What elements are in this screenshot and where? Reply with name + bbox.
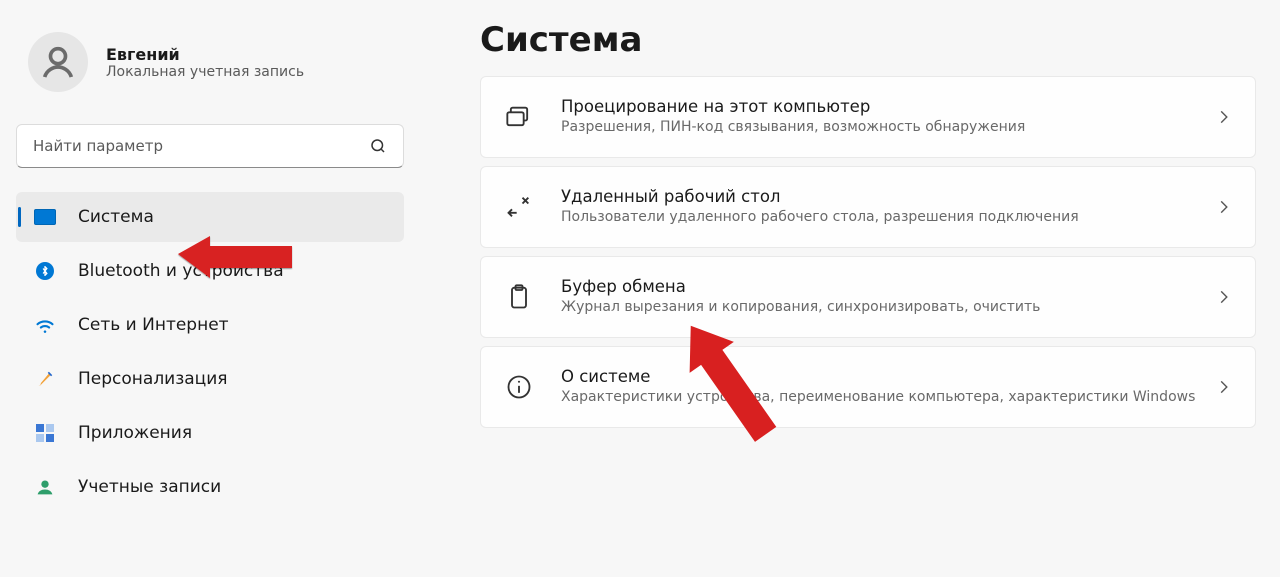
- card-body: Буфер обмена Журнал вырезания и копирова…: [561, 277, 1201, 317]
- sidebar-item-accounts[interactable]: Учетные записи: [16, 462, 404, 512]
- clipboard-icon: [505, 283, 533, 311]
- card-subtitle: Журнал вырезания и копирования, синхрони…: [561, 298, 1201, 317]
- account-icon: [34, 476, 56, 498]
- main: Система Проецирование на этот компьютер …: [420, 0, 1280, 577]
- card-title: Буфер обмена: [561, 277, 1201, 296]
- chevron-right-icon: [1217, 110, 1231, 124]
- sidebar-item-bluetooth[interactable]: Bluetooth и устройства: [16, 246, 404, 296]
- search-input[interactable]: [33, 137, 369, 155]
- avatar: [28, 32, 88, 92]
- remote-desktop-icon: [505, 193, 533, 221]
- user-icon: [38, 42, 78, 82]
- sidebar-item-label: Система: [78, 207, 154, 227]
- monitor-icon: [34, 206, 56, 228]
- sidebar-item-apps[interactable]: Приложения: [16, 408, 404, 458]
- user-subtitle: Локальная учетная запись: [106, 64, 304, 80]
- card-body: О системе Характеристики устройства, пер…: [561, 367, 1201, 407]
- card-subtitle: Разрешения, ПИН-код связывания, возможно…: [561, 118, 1201, 137]
- search-box[interactable]: [16, 124, 404, 168]
- sidebar: Евгений Локальная учетная запись Система…: [0, 0, 420, 577]
- sidebar-item-personalization[interactable]: Персонализация: [16, 354, 404, 404]
- sidebar-nav: Система Bluetooth и устройства Сеть и Ин…: [16, 192, 404, 512]
- search-icon: [369, 137, 387, 155]
- wifi-icon: [34, 314, 56, 336]
- sidebar-item-label: Сеть и Интернет: [78, 315, 229, 335]
- card-body: Удаленный рабочий стол Пользователи удал…: [561, 187, 1201, 227]
- card-remote-desktop[interactable]: Удаленный рабочий стол Пользователи удал…: [480, 166, 1256, 248]
- info-icon: [505, 373, 533, 401]
- chevron-right-icon: [1217, 290, 1231, 304]
- sidebar-item-label: Персонализация: [78, 369, 228, 389]
- bluetooth-icon: [34, 260, 56, 282]
- user-block: Евгений Локальная учетная запись: [16, 32, 404, 116]
- chevron-right-icon: [1217, 200, 1231, 214]
- apps-icon: [34, 422, 56, 444]
- user-text: Евгений Локальная учетная запись: [106, 45, 304, 80]
- card-body: Проецирование на этот компьютер Разрешен…: [561, 97, 1201, 137]
- chevron-right-icon: [1217, 380, 1231, 394]
- projecting-icon: [505, 103, 533, 131]
- card-projecting[interactable]: Проецирование на этот компьютер Разрешен…: [480, 76, 1256, 158]
- page-title: Система: [480, 20, 1256, 60]
- user-name: Евгений: [106, 45, 304, 64]
- card-about[interactable]: О системе Характеристики устройства, пер…: [480, 346, 1256, 428]
- card-subtitle: Пользователи удаленного рабочего стола, …: [561, 208, 1201, 227]
- card-title: О системе: [561, 367, 1201, 386]
- brush-icon: [34, 368, 56, 390]
- card-title: Удаленный рабочий стол: [561, 187, 1201, 206]
- card-subtitle: Характеристики устройства, переименовани…: [561, 388, 1201, 407]
- card-title: Проецирование на этот компьютер: [561, 97, 1201, 116]
- card-clipboard[interactable]: Буфер обмена Журнал вырезания и копирова…: [480, 256, 1256, 338]
- sidebar-item-system[interactable]: Система: [16, 192, 404, 242]
- sidebar-item-label: Учетные записи: [78, 477, 221, 497]
- sidebar-item-network[interactable]: Сеть и Интернет: [16, 300, 404, 350]
- sidebar-item-label: Bluetooth и устройства: [78, 261, 284, 281]
- sidebar-item-label: Приложения: [78, 423, 192, 443]
